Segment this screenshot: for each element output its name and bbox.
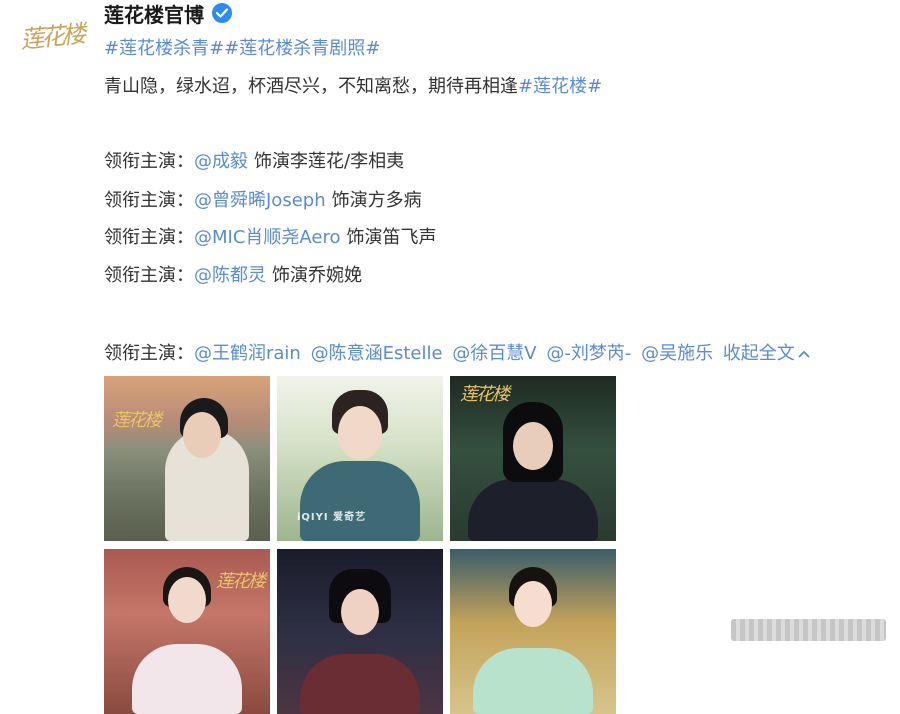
- mention-link[interactable]: @王鹤润rain: [194, 343, 301, 364]
- collapse-label: 收起全文: [722, 343, 795, 364]
- photo-logo: 莲花楼: [460, 384, 510, 405]
- cast-role: 饰演李莲花/李相夷: [254, 151, 405, 172]
- collapse-text-button[interactable]: 收起全文: [723, 343, 811, 364]
- cast-role: 饰演笛飞声: [346, 227, 437, 248]
- photo-figure-face: [514, 581, 552, 627]
- cast-role: 饰演乔婉娩: [272, 265, 362, 286]
- supporting-cast-line: 领衔主演：@王鹤润rain @陈意涵Estelle @徐百慧V @-刘梦芮- @…: [104, 339, 811, 365]
- still-photo[interactable]: 莲花楼: [450, 376, 616, 541]
- post-caption: 青山隐，绿水迢，杯酒尽兴，不知离愁，期待再相逢#莲花楼#: [104, 72, 602, 98]
- photo-logo: 莲花楼: [216, 571, 266, 592]
- mention-link[interactable]: @成毅: [194, 151, 248, 172]
- post-header: 莲花楼官博: [104, 0, 232, 28]
- cast-prefix: 领衔主演：: [104, 190, 194, 211]
- hashtag-link[interactable]: #莲花楼杀青#: [104, 38, 224, 59]
- mention-link[interactable]: @陈都灵: [194, 265, 266, 286]
- caption-text: 青山隐，绿水迢，杯酒尽兴，不知离愁，期待再相逢: [104, 76, 518, 97]
- mention-link[interactable]: @MIC肖顺尧Aero: [194, 227, 341, 248]
- photo-figure: [300, 461, 420, 541]
- photo-figure-face: [513, 422, 553, 470]
- hashtag-link[interactable]: #莲花楼杀青剧照#: [224, 38, 380, 59]
- mention-link[interactable]: @吴施乐: [641, 343, 713, 364]
- photo-logo: 莲花楼: [112, 410, 162, 431]
- cast-prefix: 领衔主演：: [104, 227, 194, 248]
- cast-prefix: 领衔主演：: [104, 265, 194, 286]
- still-photo[interactable]: [450, 549, 616, 714]
- verified-icon: [212, 3, 232, 23]
- mention-link[interactable]: @曾舜晞Joseph: [194, 190, 326, 211]
- photo-figure-face: [168, 577, 206, 623]
- photo-figure-face: [341, 589, 379, 635]
- account-name[interactable]: 莲花楼官博: [104, 0, 204, 28]
- source-watermark: [731, 619, 886, 641]
- still-photo[interactable]: 莲花楼: [104, 549, 270, 714]
- photo-figure-face: [338, 406, 382, 460]
- photo-figure: [132, 644, 242, 714]
- mention-link[interactable]: @-刘梦芮-: [546, 343, 631, 364]
- photo-figure: [468, 479, 598, 541]
- still-photo[interactable]: [277, 549, 443, 714]
- hashtag-line: #莲花楼杀青##莲花楼杀青剧照#: [104, 34, 380, 60]
- photo-watermark: iQIYI 爱奇艺: [297, 512, 367, 523]
- photo-figure: [300, 654, 420, 714]
- cast-line: 领衔主演：@曾舜晞Joseph 饰演方多病: [104, 186, 422, 212]
- cast-line: 领衔主演：@MIC肖顺尧Aero 饰演笛飞声: [104, 223, 437, 249]
- cast-line: 领衔主演：@陈都灵 饰演乔婉娩: [104, 261, 362, 287]
- cast-line: 领衔主演：@成毅 饰演李莲花/李相夷: [104, 147, 404, 173]
- chevron-up-icon: [798, 350, 810, 358]
- still-photo[interactable]: 莲花楼: [104, 376, 270, 541]
- avatar[interactable]: 莲花楼: [14, 8, 88, 60]
- avatar-logo: 莲花楼: [18, 19, 85, 54]
- hashtag-link[interactable]: #莲花楼#: [518, 76, 602, 97]
- cast-role: 饰演方多病: [331, 190, 422, 211]
- still-photo[interactable]: iQIYI 爱奇艺: [277, 376, 443, 541]
- photo-figure-face: [182, 412, 221, 458]
- photo-figure: [473, 648, 593, 714]
- mention-link[interactable]: @徐百慧V: [452, 343, 536, 364]
- cast-prefix: 领衔主演：: [104, 343, 194, 364]
- mention-link[interactable]: @陈意涵Estelle: [311, 343, 443, 364]
- cast-prefix: 领衔主演：: [104, 151, 194, 172]
- photo-grid: 莲花楼 iQIYI 爱奇艺 莲花楼 莲花楼: [104, 376, 616, 714]
